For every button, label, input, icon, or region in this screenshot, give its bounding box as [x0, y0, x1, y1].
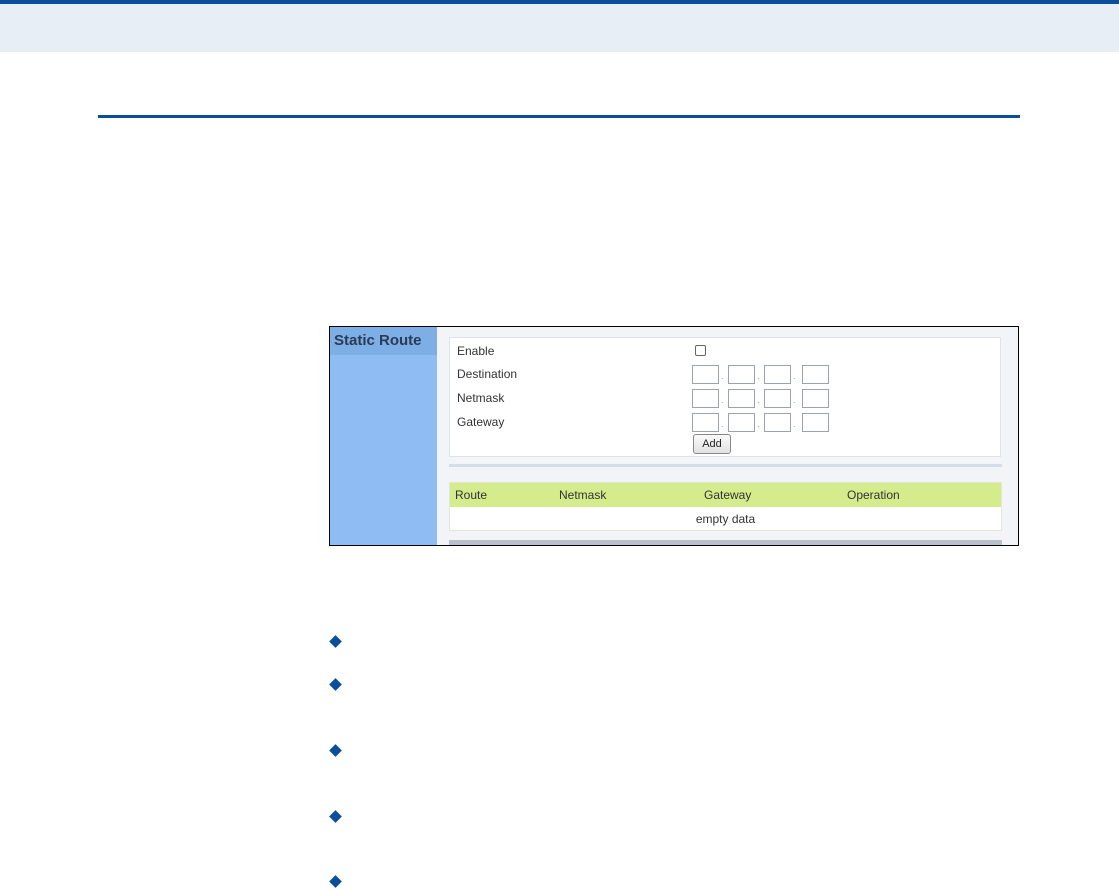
- section-divider: [98, 115, 1020, 118]
- sidebar: Static Route: [330, 327, 437, 545]
- ip-separator: .: [757, 395, 760, 405]
- route-table: Route Netmask Gateway Operation empty da…: [449, 482, 1002, 531]
- ip-separator: .: [757, 371, 760, 381]
- ip-separator: .: [721, 395, 724, 405]
- panel-bottom-bar: [449, 540, 1002, 545]
- column-header-netmask: Netmask: [559, 488, 607, 502]
- netmask-octet-1[interactable]: [692, 389, 719, 408]
- gateway-octet-2[interactable]: [728, 413, 755, 432]
- ip-separator: .: [721, 371, 724, 381]
- enable-checkbox[interactable]: [695, 345, 706, 356]
- enable-label: Enable: [457, 344, 495, 358]
- ip-separator: .: [793, 419, 796, 429]
- diamond-icon: [329, 678, 342, 691]
- destination-label: Destination: [457, 367, 518, 381]
- ip-separator: .: [793, 395, 796, 405]
- gateway-label: Gateway: [457, 415, 505, 429]
- diamond-icon: [329, 875, 342, 888]
- add-route-button[interactable]: Add: [693, 434, 731, 454]
- panel-divider: [449, 464, 1002, 467]
- ip-separator: .: [793, 371, 796, 381]
- gateway-octet-4[interactable]: [802, 413, 829, 432]
- destination-octet-4[interactable]: [802, 365, 829, 384]
- destination-octet-1[interactable]: [692, 365, 719, 384]
- static-route-screenshot: Static Route Enable Destination . . . Ne…: [329, 326, 1019, 546]
- netmask-octet-3[interactable]: [764, 389, 791, 408]
- table-empty-message: empty data: [695, 512, 756, 526]
- ip-separator: .: [721, 419, 724, 429]
- page-header-band: [0, 0, 1119, 52]
- diamond-icon: [329, 810, 342, 823]
- column-header-route: Route: [455, 488, 488, 502]
- route-form: Enable Destination . . . Netmask . . . G…: [449, 337, 1001, 457]
- diamond-icon: [329, 635, 342, 648]
- column-header-operation: Operation: [847, 488, 900, 502]
- gateway-octet-1[interactable]: [692, 413, 719, 432]
- ip-separator: .: [757, 419, 760, 429]
- panel-title: Static Route: [330, 327, 437, 355]
- destination-octet-2[interactable]: [728, 365, 755, 384]
- destination-octet-3[interactable]: [764, 365, 791, 384]
- diamond-icon: [329, 744, 342, 757]
- table-header-row: Route Netmask Gateway Operation: [450, 483, 1001, 507]
- netmask-label: Netmask: [457, 391, 505, 405]
- column-header-gateway: Gateway: [704, 488, 752, 502]
- netmask-octet-2[interactable]: [728, 389, 755, 408]
- netmask-octet-4[interactable]: [802, 389, 829, 408]
- gateway-octet-3[interactable]: [764, 413, 791, 432]
